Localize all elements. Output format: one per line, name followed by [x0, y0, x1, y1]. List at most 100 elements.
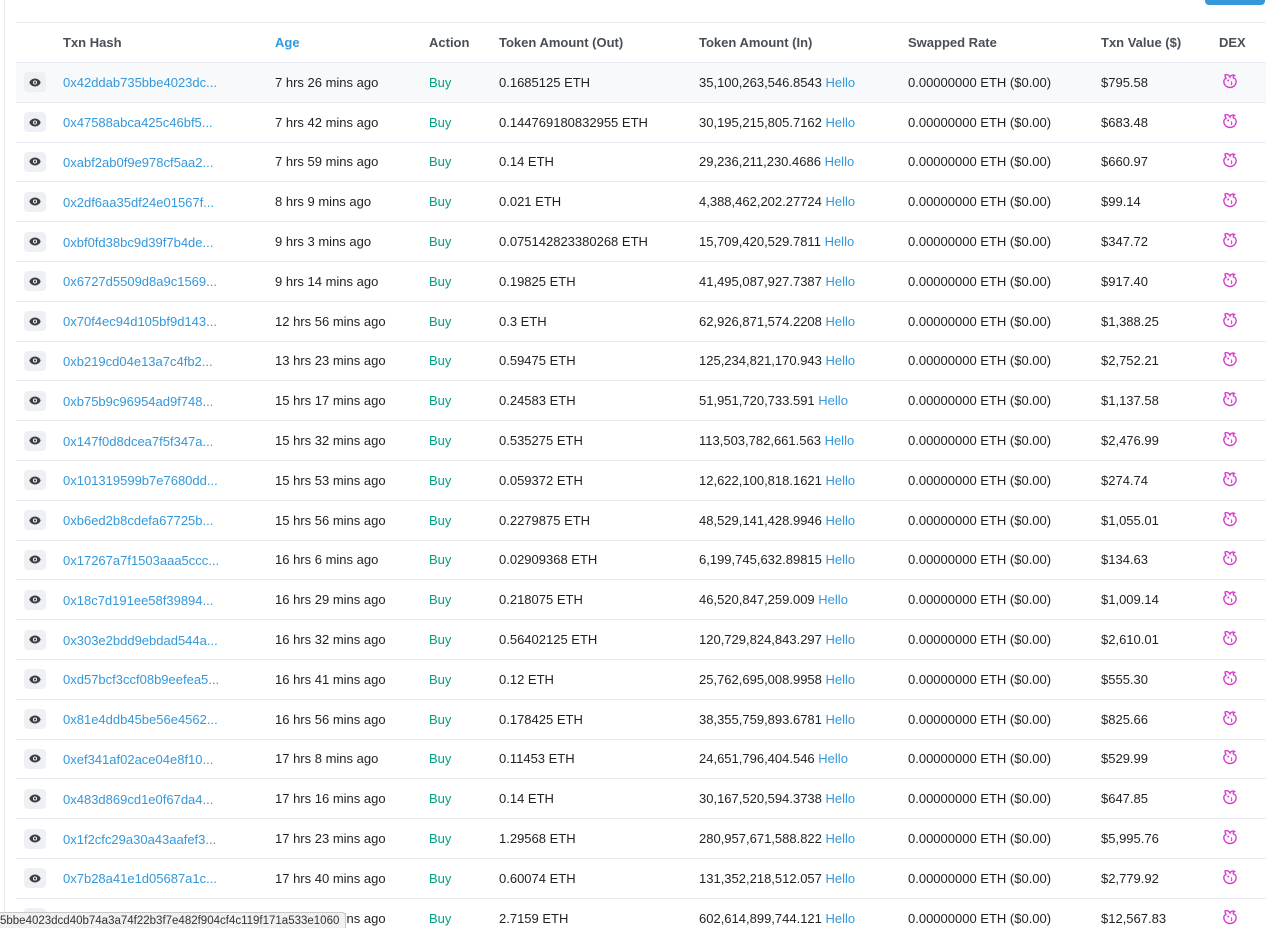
token-link[interactable]: Hello [818, 393, 848, 408]
uniswap-icon[interactable] [1221, 589, 1239, 610]
token-out-cell: 0.535275 ETH [499, 433, 583, 449]
txn-hash-link[interactable]: 0x70f4ec94d105bf9d143... [63, 314, 217, 329]
view-details-eye-icon[interactable] [24, 72, 46, 93]
view-details-eye-icon[interactable] [24, 748, 46, 769]
view-details-eye-icon[interactable] [24, 510, 46, 531]
view-details-eye-icon[interactable] [24, 709, 46, 730]
uniswap-icon[interactable] [1221, 629, 1239, 650]
view-details-eye-icon[interactable] [24, 311, 46, 332]
txn-hash-link[interactable]: 0x101319599b7e7680dd... [63, 473, 218, 488]
txn-hash-link[interactable]: 0x17267a7f1503aaa5ccc... [63, 553, 219, 568]
token-link[interactable]: Hello [818, 751, 848, 766]
txn-hash-link[interactable]: 0xb219cd04e13a7c4fb2... [63, 354, 213, 369]
txn-hash-link[interactable]: 0x81e4ddb45be56e4562... [63, 712, 218, 727]
view-details-eye-icon[interactable] [24, 549, 46, 570]
col-age-sort[interactable]: Age [275, 23, 429, 63]
uniswap-icon[interactable] [1221, 549, 1239, 570]
txn-hash-link[interactable]: 0x42ddab735bbe4023dc... [63, 75, 217, 90]
uniswap-icon[interactable] [1221, 669, 1239, 690]
uniswap-icon[interactable] [1221, 191, 1239, 212]
token-link[interactable]: Hello [826, 75, 856, 90]
uniswap-icon[interactable] [1221, 231, 1239, 252]
token-link[interactable]: Hello [826, 871, 856, 886]
token-out-cell: 0.2279875 ETH [499, 512, 591, 528]
uniswap-icon[interactable] [1221, 908, 1239, 928]
txn-hash-link[interactable]: 0xb6ed2b8cdefa67725b... [63, 513, 213, 528]
uniswap-icon[interactable] [1221, 510, 1239, 531]
token-link[interactable]: Hello [826, 552, 856, 567]
txn-hash-link[interactable]: 0xb75b9c96954ad9f748... [63, 394, 213, 409]
token-link[interactable]: Hello [826, 831, 856, 846]
token-link[interactable]: Hello [825, 154, 855, 169]
uniswap-icon[interactable] [1221, 271, 1239, 292]
token-link[interactable]: Hello [826, 672, 856, 687]
txn-hash-link[interactable]: 0xef341af02ace04e8f10... [63, 752, 213, 767]
uniswap-icon[interactable] [1221, 430, 1239, 451]
uniswap-icon[interactable] [1221, 151, 1239, 172]
view-details-eye-icon[interactable] [24, 470, 46, 491]
view-details-eye-icon[interactable] [24, 112, 46, 133]
uniswap-icon[interactable] [1221, 72, 1239, 93]
view-details-eye-icon[interactable] [24, 390, 46, 411]
txn-hash-link[interactable]: 0x2df6aa35df24e01567f... [63, 195, 214, 210]
token-link[interactable]: Hello [826, 513, 856, 528]
eye-cell [16, 301, 63, 341]
eye-cell [16, 460, 63, 500]
token-link[interactable]: Hello [826, 274, 856, 289]
uniswap-icon[interactable] [1221, 788, 1239, 809]
table-row: 0xef341af02ace04e8f10... 17 hrs 8 mins ag… [16, 739, 1266, 779]
view-details-eye-icon[interactable] [24, 191, 46, 212]
txn-hash-link[interactable]: 0x1f2cfc29a30a43aafef3... [63, 832, 216, 847]
uniswap-icon[interactable] [1221, 748, 1239, 769]
token-link[interactable]: Hello [818, 592, 848, 607]
token-link[interactable]: Hello [826, 712, 856, 727]
view-details-eye-icon[interactable] [24, 430, 46, 451]
view-details-eye-icon[interactable] [24, 151, 46, 172]
token-link[interactable]: Hello [826, 791, 856, 806]
token-link[interactable]: Hello [826, 632, 856, 647]
token-out-cell: 0.178425 ETH [499, 711, 583, 727]
view-details-eye-icon[interactable] [24, 788, 46, 809]
token-in-cell: 41,495,087,927.7387 Hello [699, 261, 908, 301]
txn-hash-link[interactable]: 0xd57bcf3ccf08b9eefea5... [63, 672, 219, 687]
txn-hash-link[interactable]: 0x7b28a41e1d05687a1c... [63, 871, 217, 886]
view-details-eye-icon[interactable] [24, 629, 46, 650]
uniswap-icon[interactable] [1221, 311, 1239, 332]
top-action-button[interactable] [1205, 0, 1265, 5]
view-details-eye-icon[interactable] [24, 669, 46, 690]
eye-cell [16, 500, 63, 540]
txn-hash-link[interactable]: 0x6727d5509d8a9c1569... [63, 274, 217, 289]
swapped-rate-cell: 0.00000000 ETH ($0.00) [908, 353, 1052, 369]
view-details-eye-icon[interactable] [24, 231, 46, 252]
uniswap-icon[interactable] [1221, 709, 1239, 730]
txn-hash-link[interactable]: 0x147f0d8dcea7f5f347a... [63, 434, 213, 449]
token-in-amount: 12,622,100,818.1621 [699, 472, 822, 488]
token-link[interactable]: Hello [826, 353, 856, 368]
view-details-eye-icon[interactable] [24, 589, 46, 610]
token-in-amount: 125,234,821,170.943 [699, 353, 822, 369]
uniswap-icon[interactable] [1221, 470, 1239, 491]
token-link[interactable]: Hello [826, 473, 856, 488]
token-link[interactable]: Hello [826, 194, 856, 209]
token-link[interactable]: Hello [825, 433, 855, 448]
txn-value-cell: $2,752.21 [1101, 353, 1159, 369]
token-link[interactable]: Hello [825, 234, 855, 249]
txn-hash-link[interactable]: 0x303e2bdd9ebdad544a... [63, 633, 218, 648]
uniswap-icon[interactable] [1221, 350, 1239, 371]
view-details-eye-icon[interactable] [24, 828, 46, 849]
token-link[interactable]: Hello [826, 314, 856, 329]
txn-hash-link[interactable]: 0x47588abca425c46bf5... [63, 115, 213, 130]
view-details-eye-icon[interactable] [24, 271, 46, 292]
token-link[interactable]: Hello [826, 115, 856, 130]
txn-hash-link[interactable]: 0x18c7d191ee58f39894... [63, 593, 213, 608]
uniswap-icon[interactable] [1221, 868, 1239, 889]
txn-hash-link[interactable]: 0xabf2ab0f9e978cf5aa2... [63, 155, 213, 170]
view-details-eye-icon[interactable] [24, 868, 46, 889]
txn-hash-link[interactable]: 0x483d869cd1e0f67da4... [63, 792, 213, 807]
token-link[interactable]: Hello [826, 911, 856, 926]
txn-hash-link[interactable]: 0xbf0fd38bc9d39f7b4de... [63, 235, 213, 250]
uniswap-icon[interactable] [1221, 112, 1239, 133]
uniswap-icon[interactable] [1221, 828, 1239, 849]
view-details-eye-icon[interactable] [24, 350, 46, 371]
uniswap-icon[interactable] [1221, 390, 1239, 411]
